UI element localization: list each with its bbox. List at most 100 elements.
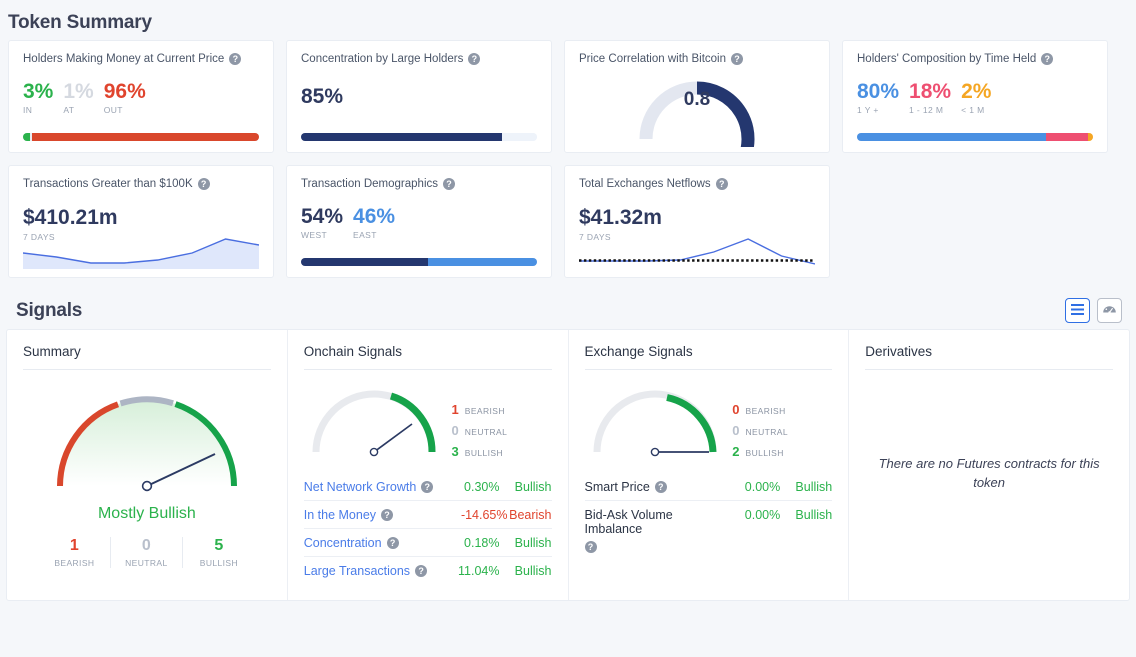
signal-percent: 0.18% (464, 536, 500, 550)
card-title-text: Holders Making Money at Current Price (23, 53, 225, 65)
help-icon[interactable]: ? (197, 178, 210, 190)
stat-label: 1 Y + (857, 105, 879, 116)
view-toggle-group (1065, 298, 1122, 323)
stat-value: 54% (301, 205, 344, 228)
card-title: Total Exchanges Netflows ? (579, 178, 815, 190)
help-icon[interactable]: ? (421, 481, 434, 493)
help-icon[interactable]: ? (584, 541, 597, 553)
signal-name-text: Net Network Growth (303, 480, 417, 494)
stat-group: 54% WEST 46% EAST (301, 205, 537, 241)
help-icon[interactable]: ? (1041, 53, 1054, 65)
signal-row[interactable]: Bid-Ask Volume Imbalance ? 0.00% Bullish (584, 500, 833, 559)
count-label: BULLISH (464, 448, 503, 458)
signal-name: Bid-Ask Volume Imbalance ? (584, 508, 725, 553)
card-holders-composition-time-held: Holders' Composition by Time Held ? 80% … (842, 40, 1108, 153)
signal-name[interactable]: Net Network Growth ? (304, 480, 444, 494)
stat-value: 1% (63, 80, 94, 103)
summary-card-row-1: Holders Making Money at Current Price ? … (4, 34, 1132, 159)
page-title: Token Summary (8, 12, 152, 33)
help-icon[interactable]: ? (229, 53, 242, 65)
stat-value: 2% (961, 80, 992, 103)
stat-east: 46% EAST (353, 205, 396, 240)
count-bearish: 0 BEARISH (731, 402, 788, 417)
list-view-toggle[interactable] (1065, 298, 1090, 323)
summary-stat-bullish: 5 BULLISH (183, 537, 255, 568)
signal-sentiment: Bearish (509, 508, 552, 522)
stat-out: 96% OUT (103, 80, 146, 116)
stat-value: 46% (353, 205, 396, 228)
card-concentration-large-holders: Concentration by Large Holders ? 85% (286, 40, 552, 153)
card-transactions-greater-100k: Transactions Greater than $100K ? $410.2… (8, 165, 274, 278)
signals-header: Signals (0, 284, 1136, 329)
help-icon[interactable]: ? (386, 537, 399, 549)
card-title: Price Correlation with Bitcoin ? (579, 53, 815, 65)
token-summary-section: Token Summary Holders Making Money at Cu… (0, 0, 1136, 284)
count-number: 1 (451, 402, 459, 417)
signal-percent: -14.65% (460, 508, 508, 522)
derivatives-empty-message: There are no Futures contracts for this … (878, 456, 1100, 490)
card-title: Holders Making Money at Current Price ? (23, 53, 259, 65)
panel-title: Summary (23, 344, 81, 359)
distribution-bar (23, 133, 259, 141)
help-icon[interactable]: ? (654, 481, 667, 493)
card-title-text: Concentration by Large Holders (301, 53, 464, 65)
signal-row[interactable]: Large Transactions ? 11.04% Bullish (303, 556, 552, 584)
stat-label: BEARISH (54, 557, 95, 568)
panel-title: Derivatives (865, 344, 933, 359)
count-number: 0 (451, 423, 459, 438)
stat-number: 0 (141, 537, 151, 554)
count-neutral: 0 NEUTRAL (731, 423, 788, 438)
help-icon[interactable]: ? (415, 565, 428, 577)
summary-verdict: Mostly Bullish (97, 505, 196, 522)
count-label: BULLISH (745, 448, 784, 458)
signal-name[interactable]: Concentration ? (304, 536, 444, 550)
help-icon[interactable]: ? (381, 509, 394, 521)
transactions-sparkline (23, 231, 259, 269)
help-icon[interactable]: ? (468, 53, 481, 65)
card-value: 85% (301, 85, 344, 108)
bar-segment-filled (301, 133, 502, 141)
signals-section: Signals Summary Mostly Bullish 1 BEARISH… (0, 284, 1136, 601)
help-icon[interactable]: ? (443, 178, 455, 190)
card-placeholder (842, 165, 1108, 278)
exchange-counts: 0 BEARISH 0 NEUTRAL 2 BULLISH (731, 388, 788, 459)
stat-label: OUT (103, 105, 123, 116)
count-number: 0 (732, 423, 740, 438)
signal-sentiment: Bullish (795, 508, 833, 522)
summary-gauge (23, 386, 271, 503)
count-label: NEUTRAL (745, 427, 788, 437)
help-icon[interactable]: ? (715, 178, 728, 190)
card-title-text: Holders' Composition by Time Held (857, 53, 1037, 65)
signal-name-text: In the Money (303, 508, 377, 522)
netflows-sparkline (579, 231, 815, 269)
signal-row[interactable]: In the Money ? -14.65% Bearish (303, 500, 552, 528)
stat-value: 18% (909, 80, 952, 103)
stat-label: BULLISH (199, 557, 238, 568)
panel-divider (584, 369, 833, 370)
stat-number: 5 (214, 537, 224, 554)
signal-name[interactable]: In the Money ? (304, 508, 452, 522)
panel-derivatives: Derivatives There are no Futures contrac… (849, 330, 1129, 600)
signal-name[interactable]: Large Transactions ? (304, 564, 444, 578)
composition-bar (857, 133, 1093, 141)
bar-segment-1y-plus (857, 133, 1046, 141)
stat-label: WEST (301, 230, 328, 241)
stat-1-12m: 18% 1 - 12 M (909, 80, 952, 115)
gauge-value: 0.8 (683, 89, 711, 110)
card-title: Holders' Composition by Time Held ? (857, 53, 1093, 65)
stat-value: 3% (23, 80, 54, 103)
signal-row[interactable]: Smart Price ? 0.00% Bullish (585, 473, 833, 500)
signal-row[interactable]: Concentration ? 0.18% Bullish (303, 528, 552, 556)
summary-stat-bearish: 1 BEARISH (39, 537, 111, 568)
demographics-bar (301, 258, 537, 266)
signal-name: Smart Price ? (585, 480, 725, 494)
signal-row[interactable]: Net Network Growth ? 0.30% Bullish (304, 473, 552, 500)
signal-percent: 11.04% (458, 564, 500, 578)
card-title: Transactions Greater than $100K ? (23, 178, 259, 190)
panel-summary: Summary Mostly Bullish 1 BEARISH 0 NEUTR… (7, 330, 288, 600)
onchain-gauge (304, 382, 444, 465)
card-title-text: Transaction Demographics (301, 178, 438, 190)
help-icon[interactable]: ? (731, 53, 744, 65)
gauge-view-toggle[interactable] (1097, 298, 1122, 323)
onchain-gauge-row: 1 BEARISH 0 NEUTRAL 3 BULLISH (304, 382, 552, 465)
